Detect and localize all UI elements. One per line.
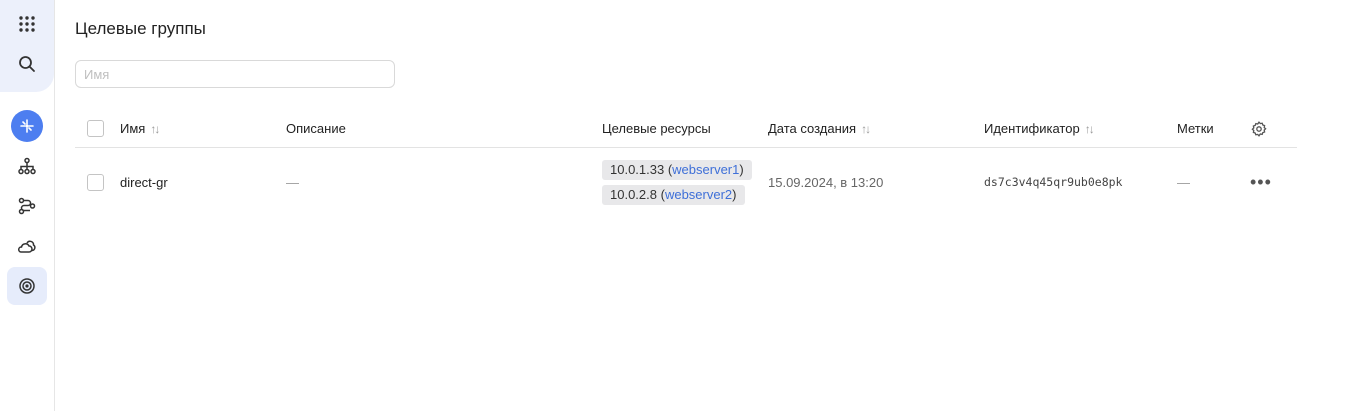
column-header-description: Описание <box>286 110 346 147</box>
row-checkbox[interactable] <box>87 173 104 191</box>
gear-icon <box>1251 120 1267 137</box>
column-header-targets-label: Целевые ресурсы <box>602 121 711 136</box>
routes-icon <box>18 197 36 215</box>
row-name[interactable]: direct-gr <box>120 175 168 190</box>
search-button[interactable] <box>7 45 47 83</box>
search-input[interactable] <box>75 60 395 88</box>
hierarchy-button[interactable] <box>7 147 47 185</box>
target-close-paren: ) <box>739 161 744 177</box>
column-header-description-label: Описание <box>286 121 346 136</box>
column-header-id-label: Идентификатор <box>984 121 1080 136</box>
hierarchy-icon <box>18 157 36 175</box>
target-host-link[interactable]: webserver1 <box>672 162 739 177</box>
column-header-name-label: Имя <box>120 121 146 136</box>
clouds-button[interactable] <box>7 227 47 265</box>
sidebar <box>0 0 55 411</box>
routes-button[interactable] <box>7 187 47 225</box>
row-actions-menu-icon[interactable]: ••• <box>1250 173 1272 191</box>
column-header-created[interactable]: Дата создания ↑↓ <box>768 110 871 147</box>
column-header-targets: Целевые ресурсы <box>602 110 711 147</box>
target-groups-icon <box>19 278 35 294</box>
column-header-labels-label: Метки <box>1177 121 1214 136</box>
search-icon <box>19 56 35 72</box>
target-groups-button[interactable] <box>7 267 47 305</box>
network-load-balancer-icon <box>20 119 34 133</box>
target-host-link[interactable]: webserver2 <box>665 187 732 202</box>
row-identifier: ds7c3v4q45qr9ub0e8pk <box>984 175 1123 189</box>
target-groups-table: Имя ↑↓ Описание Целевые ресурсы Дата соз… <box>75 110 1297 216</box>
apps-grid-button[interactable] <box>7 5 47 43</box>
row-labels: — <box>1177 174 1190 190</box>
table-settings-button[interactable] <box>1251 110 1267 147</box>
sort-icon[interactable]: ↑↓ <box>1085 122 1095 136</box>
row-created-date: 15.09.2024, в 13:20 <box>768 174 884 190</box>
row-target-resources: 10.0.1.33 (webserver1) 10.0.2.8 (webserv… <box>602 159 752 205</box>
target-resource-tag: 10.0.1.33 (webserver1) <box>602 159 752 180</box>
table-header: Имя ↑↓ Описание Целевые ресурсы Дата соз… <box>75 110 1297 148</box>
column-header-name[interactable]: Имя ↑↓ <box>120 110 160 147</box>
target-ip: 10.0.2.8 <box>610 186 657 202</box>
target-resource-tag: 10.0.2.8 (webserver2) <box>602 184 745 205</box>
target-ip: 10.0.1.33 <box>610 161 665 177</box>
sort-icon[interactable]: ↑↓ <box>861 122 871 136</box>
table-row[interactable]: direct-gr — 10.0.1.33 (webserver1) 10.0.… <box>75 148 1297 216</box>
sort-icon[interactable]: ↑↓ <box>150 122 160 136</box>
target-close-paren: ) <box>732 186 737 202</box>
clouds-icon <box>18 240 36 253</box>
column-header-created-label: Дата создания <box>768 121 857 136</box>
page-title: Целевые группы <box>75 19 206 38</box>
apps-grid-icon <box>19 16 35 32</box>
row-description: — <box>286 174 299 190</box>
column-header-id[interactable]: Идентификатор ↑↓ <box>984 110 1095 147</box>
target-open-paren: ( <box>664 161 673 177</box>
network-load-balancer-button[interactable] <box>11 110 43 142</box>
target-open-paren: ( <box>657 186 665 202</box>
column-header-labels: Метки <box>1177 110 1214 147</box>
select-all-checkbox[interactable] <box>87 120 104 137</box>
